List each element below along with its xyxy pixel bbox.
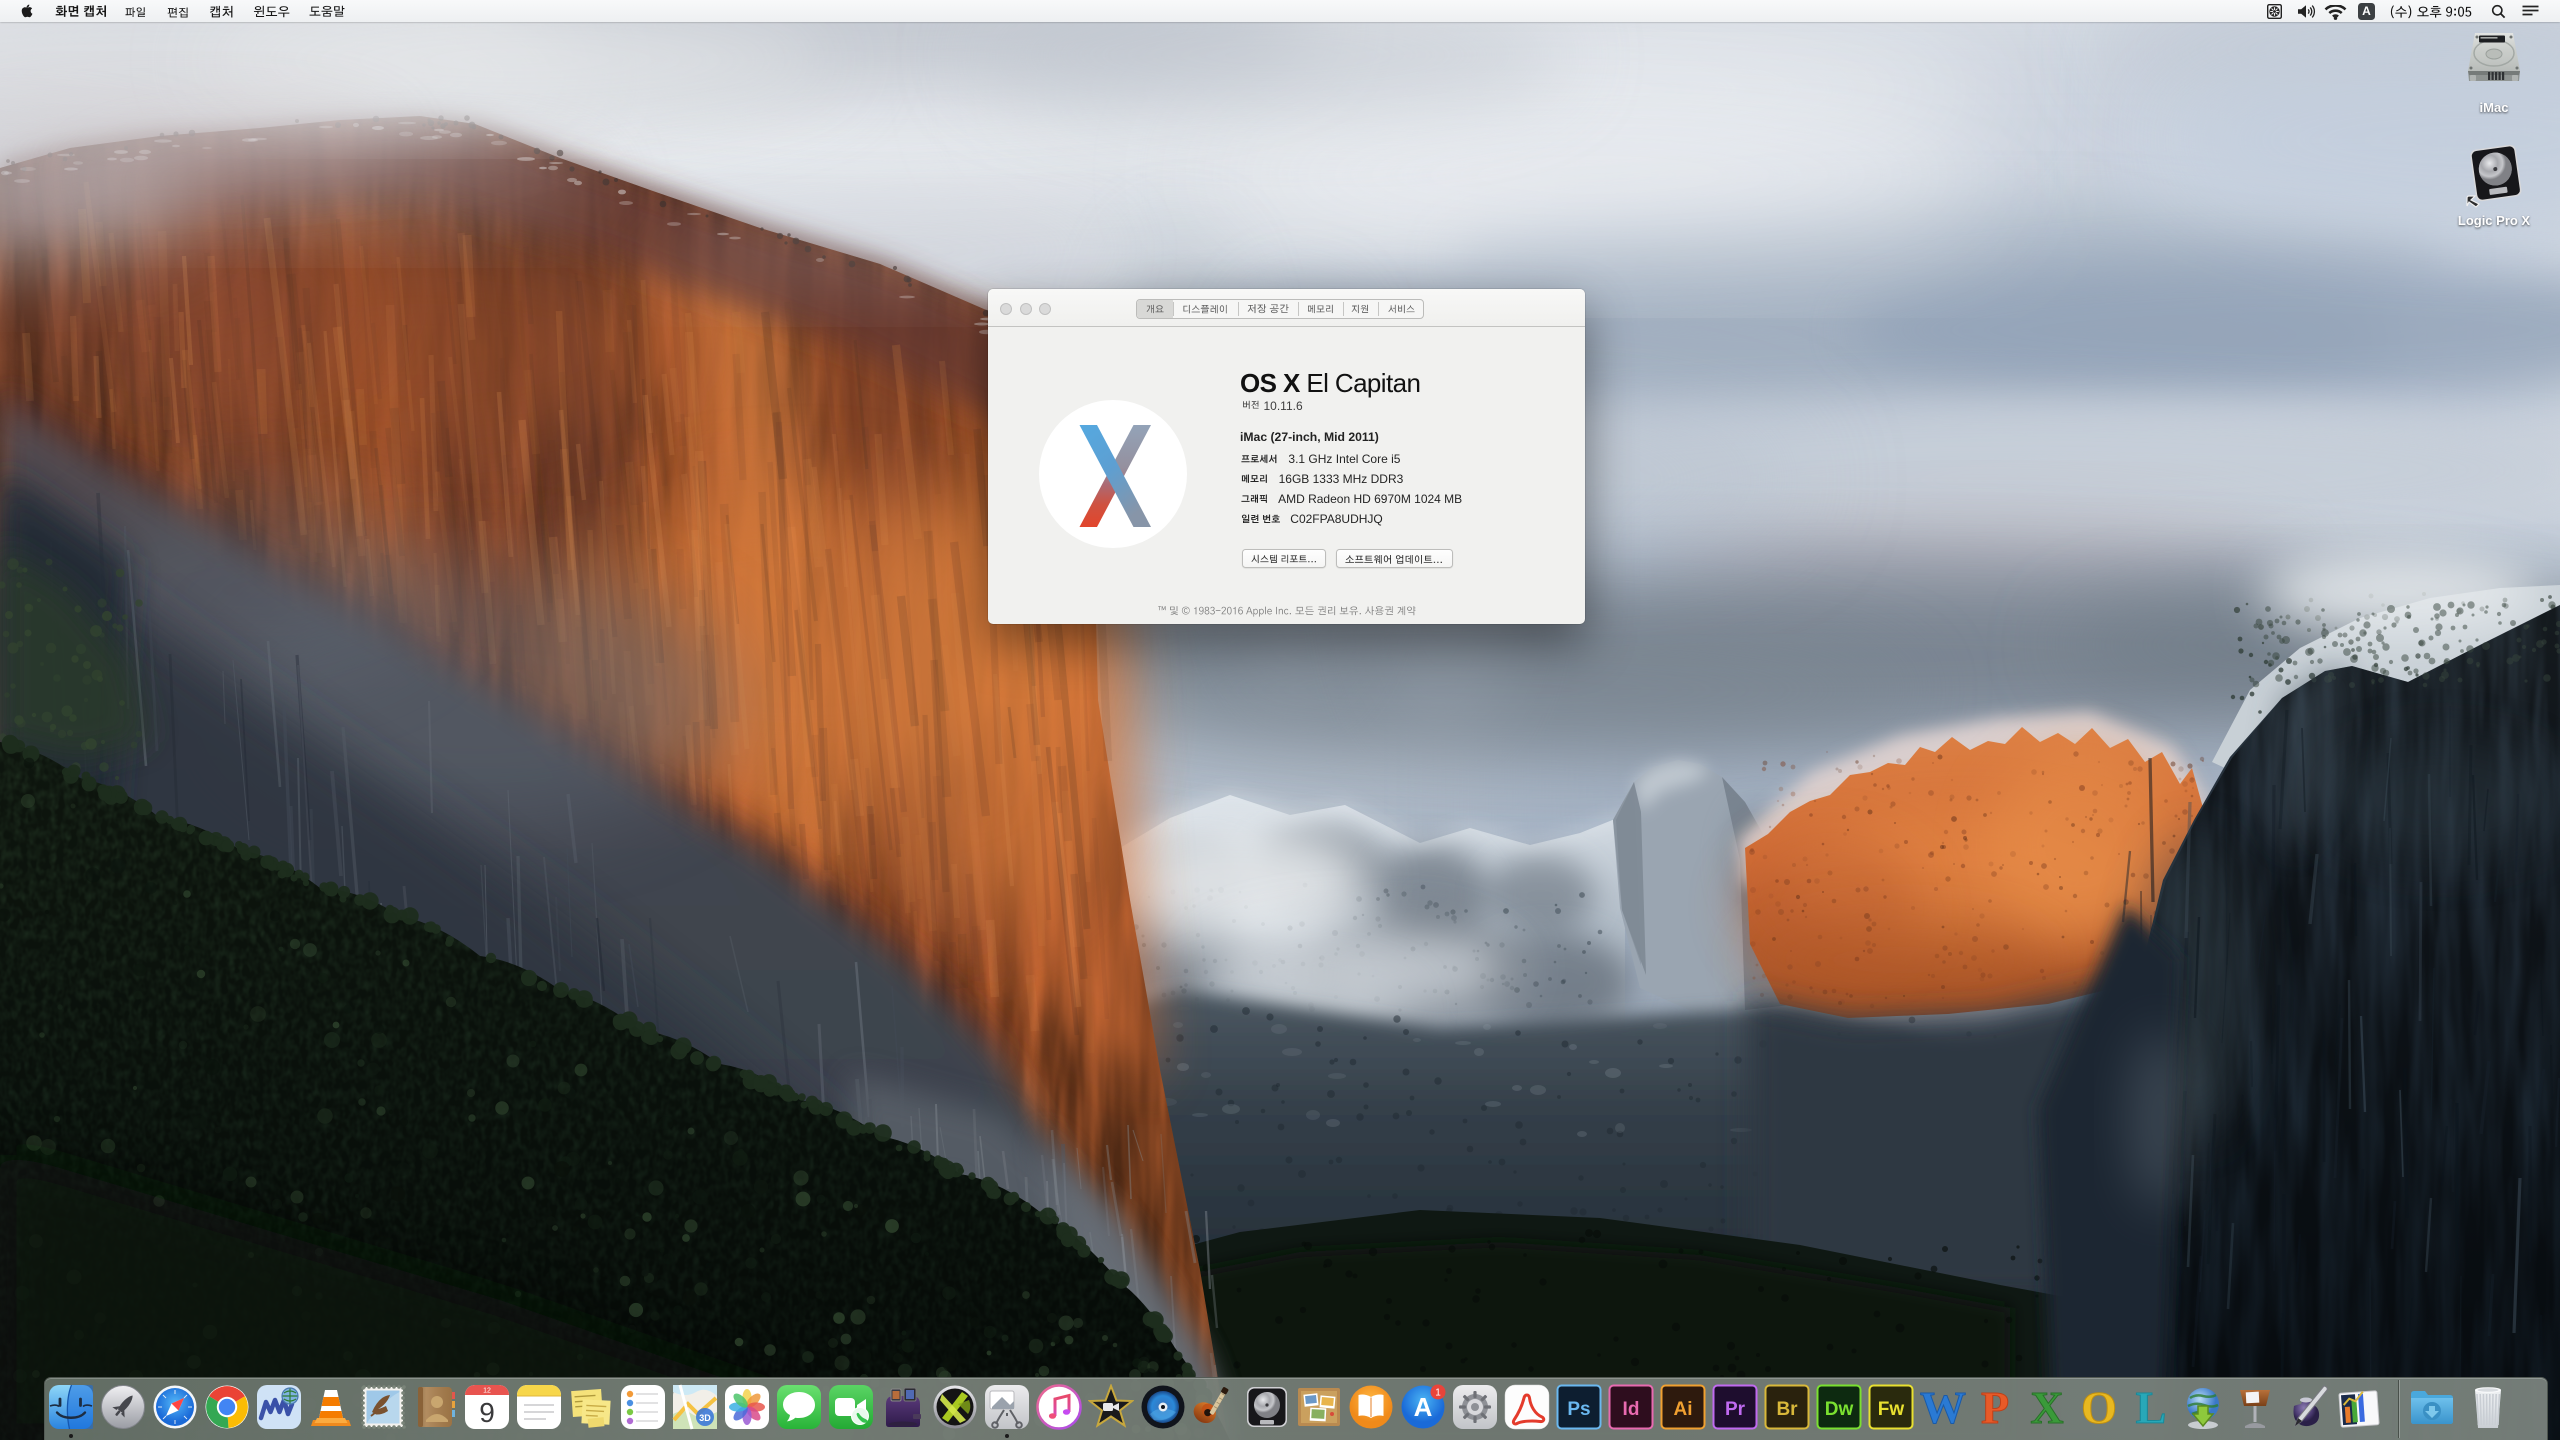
svg-text:12: 12: [483, 1388, 491, 1395]
svg-text:L: L: [2136, 1384, 2167, 1430]
svg-text:Ai: Ai: [1674, 1399, 1693, 1420]
svg-text:Fw: Fw: [1878, 1399, 1905, 1420]
svg-text:W: W: [1920, 1384, 1966, 1430]
svg-text:A: A: [1414, 1392, 1433, 1422]
svg-text:1: 1: [1435, 1388, 1441, 1399]
svg-text:3D: 3D: [699, 1413, 711, 1423]
svg-text:X: X: [2030, 1384, 2063, 1430]
svg-text:Id: Id: [1623, 1399, 1640, 1420]
svg-text:P: P: [1981, 1384, 2009, 1430]
svg-text:Dw: Dw: [1825, 1399, 1854, 1420]
svg-text:Br: Br: [1776, 1399, 1798, 1420]
svg-text:O: O: [2081, 1384, 2117, 1430]
svg-text:9: 9: [479, 1397, 495, 1428]
svg-text:Pr: Pr: [1725, 1399, 1746, 1420]
svg-text:Ps: Ps: [1567, 1399, 1590, 1420]
